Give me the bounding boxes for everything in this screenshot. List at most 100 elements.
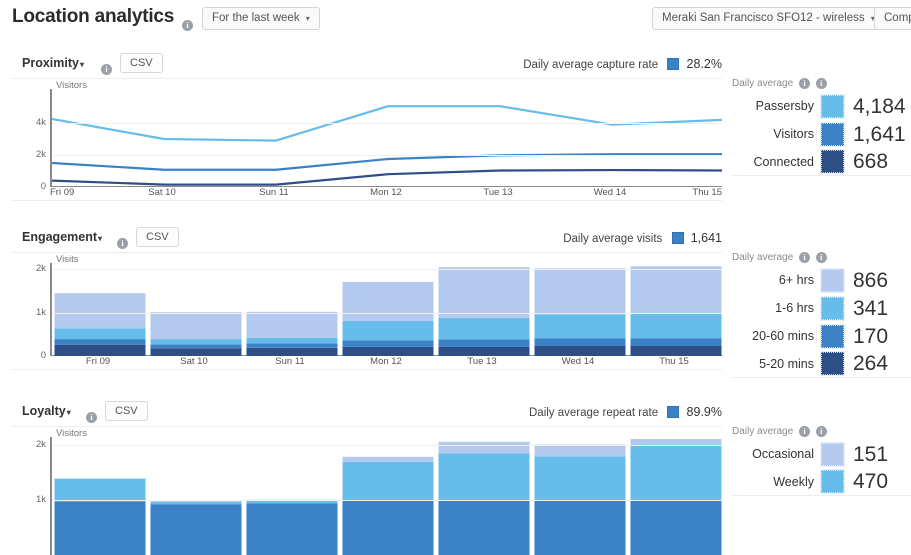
gridline	[52, 269, 722, 271]
stat-row: 5-20 mins 264	[732, 350, 911, 379]
stat-row: 6+ hrs 866	[732, 266, 911, 294]
x-axis-tick-label: Sun 11	[275, 356, 305, 367]
loyalty-chart[interactable]: Visitors 1k 2k	[12, 426, 722, 555]
gridline	[52, 312, 722, 314]
title-info-icon[interactable]: i	[182, 17, 193, 35]
x-axis-tick-label: Tue 13	[483, 187, 513, 198]
engagement-chart[interactable]: Visits Fri 09 Sat 10 Sun 11 Mon 12 Tue 13 Wed…	[12, 252, 722, 370]
stat-color-swatch	[820, 267, 845, 293]
proximity-chart[interactable]: Visitors Fri 09 Sat 10 Sun 11 Mon 12 Tue 13 W…	[12, 78, 722, 201]
proximity-legend: Daily average capture rate 28.2%	[523, 57, 722, 71]
stat-value: 341	[853, 296, 889, 320]
loyalty-header: Loyalty▾ i CSV Daily average repeat rate…	[12, 400, 722, 426]
engagement-title[interactable]: Engagement▾	[22, 230, 102, 244]
x-axis-tick-label: Sun 11	[259, 187, 289, 198]
section-proximity: Proximity▾ i CSV Daily average capture r…	[12, 52, 722, 201]
compare-button[interactable]: Comp	[874, 7, 911, 30]
legend-swatch	[667, 58, 680, 70]
engagement-header: Engagement▾ i CSV Daily average visits 1…	[12, 226, 722, 252]
stat-color-swatch	[820, 441, 845, 467]
network-selector-label: Meraki San Francisco SFO12 - wireless	[662, 12, 865, 24]
stat-value: 151	[853, 442, 889, 466]
page-title: Location analytics	[12, 6, 175, 27]
gridline	[52, 500, 722, 502]
stat-row: 20-60 mins 170	[732, 322, 911, 350]
stat-label: Occasional	[752, 447, 814, 462]
chevron-down-icon: ▾	[66, 408, 71, 417]
proximity-title[interactable]: Proximity▾	[22, 56, 84, 70]
date-range-label: For the last week	[212, 12, 300, 24]
engagement-csv-button[interactable]: CSV	[136, 227, 179, 247]
gridline	[52, 123, 722, 124]
info-icon[interactable]: i	[815, 252, 827, 263]
gridline	[52, 155, 722, 156]
engagement-rail-title: Daily average i i	[732, 252, 911, 263]
stat-value: 1,641	[853, 122, 906, 146]
proximity-info-icon[interactable]: i	[101, 61, 112, 79]
loyalty-legend: Daily average repeat rate 89.9%	[529, 405, 722, 419]
loyalty-title[interactable]: Loyalty▾	[22, 404, 71, 418]
x-axis-tick-label: Fri 09	[50, 187, 75, 198]
x-axis-tick-label: Thu 15	[692, 187, 722, 198]
x-axis-tick-label: Thu 15	[659, 356, 689, 367]
page-header: Location analytics i For the last week ▾…	[0, 0, 911, 40]
compare-button-label: Comp	[884, 12, 911, 24]
engagement-legend: Daily average visits 1,641	[563, 231, 722, 245]
info-icon[interactable]: i	[815, 78, 827, 89]
stat-row: Passersby 4,184	[732, 92, 911, 120]
info-icon[interactable]: i	[798, 78, 810, 89]
proximity-stats-rail: Daily average i i Passersby 4,184 Visitors…	[732, 78, 911, 177]
loyalty-bars-group	[54, 439, 722, 555]
chevron-down-icon: ▾	[305, 14, 310, 23]
engagement-x-labels: Fri 09 Sat 10 Sun 11 Mon 12 Tue 13 Wed 14 Thu …	[50, 356, 722, 369]
y-axis-tick-label: 4k	[35, 117, 46, 128]
y-axis-tick-label: 0	[40, 350, 46, 361]
stat-color-swatch	[820, 323, 845, 349]
y-axis-tick-label: 2k	[35, 149, 46, 160]
loyalty-info-icon[interactable]: i	[86, 409, 97, 427]
info-icon[interactable]: i	[798, 426, 810, 437]
loyalty-csv-button[interactable]: CSV	[105, 401, 148, 421]
stat-value: 470	[853, 470, 889, 494]
stat-color-swatch	[820, 469, 845, 495]
legend-swatch	[667, 406, 680, 418]
section-loyalty: Loyalty▾ i CSV Daily average repeat rate…	[12, 400, 722, 555]
engagement-bars-group	[54, 266, 722, 356]
x-axis-tick-label: Mon 12	[370, 356, 402, 367]
proximity-header: Proximity▾ i CSV Daily average capture r…	[12, 52, 722, 78]
stat-color-swatch	[820, 149, 845, 175]
gridline	[52, 444, 722, 446]
x-axis-tick-label: Tue 13	[467, 356, 497, 367]
y-axis-tick-label: 2k	[35, 438, 46, 450]
info-icon[interactable]: i	[798, 252, 810, 263]
loyalty-y-axis-label: Visitors	[56, 428, 87, 439]
date-range-selector[interactable]: For the last week ▾	[202, 7, 320, 30]
x-axis-tick-label: Sat 10	[180, 356, 208, 367]
stat-row: Weekly 470	[732, 468, 911, 497]
stat-value: 170	[853, 324, 889, 348]
loyalty-stats-rail: Daily average i i Occasional 151 Weekly 470	[732, 426, 911, 497]
stat-value: 866	[853, 268, 889, 292]
info-icon[interactable]: i	[815, 426, 827, 437]
loyalty-rail-title: Daily average i i	[732, 426, 911, 437]
section-engagement: Engagement▾ i CSV Daily average visits 1…	[12, 226, 722, 370]
stat-value: 4,184	[853, 94, 906, 118]
stat-label: 5-20 mins	[759, 356, 814, 371]
stat-label: Passersby	[755, 99, 814, 114]
x-axis-tick-label: Sat 10	[148, 187, 176, 198]
stat-label: Weekly	[773, 474, 814, 489]
x-axis-tick-label: Mon 12	[370, 187, 402, 198]
stat-color-swatch	[820, 295, 845, 321]
stat-row: Occasional 151	[732, 440, 911, 468]
x-axis-tick-label: Fri 09	[85, 356, 111, 367]
proximity-series-group	[52, 105, 722, 186]
engagement-info-icon[interactable]: i	[117, 235, 128, 253]
stat-row: Connected 668	[732, 148, 911, 177]
proximity-csv-button[interactable]: CSV	[120, 53, 163, 73]
stat-label: 6+ hrs	[778, 273, 814, 288]
stat-row: Visitors 1,641	[732, 120, 911, 148]
y-axis-tick-label: 2k	[35, 263, 46, 275]
proximity-y-axis-label: Visitors	[56, 80, 87, 91]
network-selector[interactable]: Meraki San Francisco SFO12 - wireless ▾	[652, 7, 885, 30]
location-analytics-page: Location analytics i For the last week ▾…	[0, 0, 911, 555]
